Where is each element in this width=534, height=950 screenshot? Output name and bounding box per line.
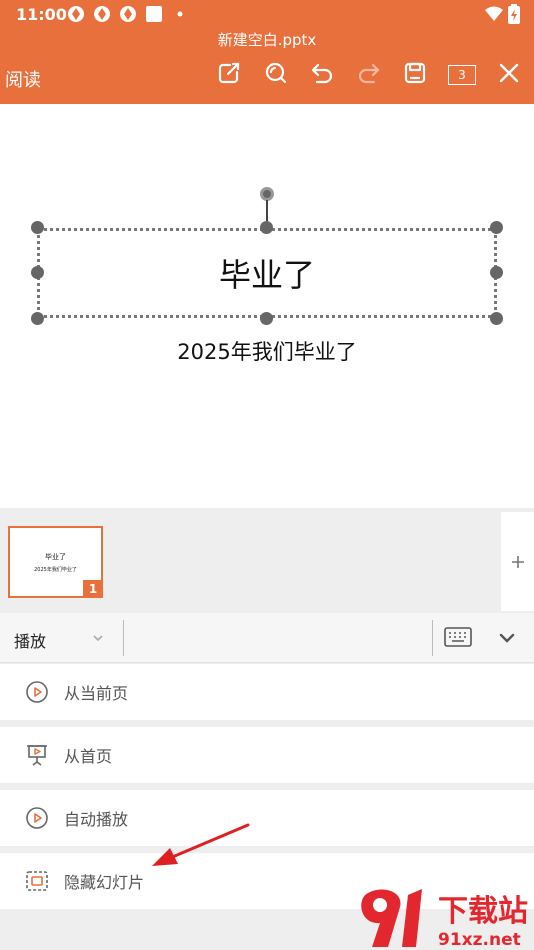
play-from-current-item[interactable]: 从当前页 xyxy=(0,664,534,720)
page-count-button[interactable]: 3 xyxy=(447,60,477,90)
notification-app-icon xyxy=(66,4,86,24)
notification-dot-icon xyxy=(170,4,190,24)
close-button[interactable] xyxy=(494,60,524,90)
slide-thumbnail[interactable]: 毕业了 2025年我们毕业了 1 xyxy=(8,526,103,598)
redo-button[interactable] xyxy=(354,60,384,90)
resize-handle-top-left[interactable] xyxy=(31,221,44,234)
menu-item-label: 从当前页 xyxy=(64,684,129,703)
redo-icon xyxy=(357,61,381,89)
page-count: 3 xyxy=(448,65,476,85)
slide-canvas[interactable]: 毕业了 2025年我们毕业了 xyxy=(0,104,534,508)
resize-handle-bottom-left[interactable] xyxy=(31,312,44,325)
slide-subtitle[interactable]: 2025年我们毕业了 xyxy=(0,336,534,366)
watermark-logo: 下载站 91xz.net xyxy=(361,889,528,950)
plus-icon xyxy=(511,550,525,574)
resize-handle-bottom[interactable] xyxy=(260,312,273,325)
menu-item-label: 自动播放 xyxy=(64,810,129,829)
watermark-url-text: 91xz.net xyxy=(438,930,521,950)
play-from-first-item[interactable]: 从首页 xyxy=(0,727,534,783)
search-icon xyxy=(264,61,288,89)
thumbnail-subtitle: 2025年我们毕业了 xyxy=(34,567,77,573)
annotation-arrow xyxy=(152,823,250,866)
keyboard-icon xyxy=(444,627,472,651)
thumbnail-number: 1 xyxy=(83,580,103,598)
resize-handle-top[interactable] xyxy=(260,221,273,234)
document-title: 新建空白.pptx xyxy=(217,31,317,49)
notification-app-icon xyxy=(118,4,138,24)
status-system-icons xyxy=(484,4,520,28)
status-notification-icons xyxy=(66,4,190,24)
battery-icon xyxy=(508,4,520,28)
read-mode-button[interactable]: 阅读 xyxy=(5,66,41,92)
slide-thumbnail-strip: 毕业了 2025年我们毕业了 1 xyxy=(0,512,534,611)
ribbon-bar: 播放 xyxy=(0,613,534,663)
save-button[interactable] xyxy=(400,60,430,90)
undo-icon xyxy=(310,61,334,89)
auto-play-item[interactable]: 自动播放 xyxy=(0,790,534,846)
status-time: 11:00 xyxy=(16,5,67,24)
edit-button[interactable] xyxy=(214,60,244,90)
ribbon-divider xyxy=(123,620,124,656)
add-slide-button[interactable] xyxy=(501,512,534,611)
edit-icon xyxy=(217,61,241,89)
resize-handle-right[interactable] xyxy=(490,266,503,279)
title-textbox[interactable]: 毕业了 xyxy=(37,228,497,318)
play-circle-icon xyxy=(25,806,49,830)
projector-icon xyxy=(25,743,49,767)
thumbnail-title: 毕业了 xyxy=(45,553,66,561)
chevron-down-icon xyxy=(497,633,517,652)
undo-button[interactable] xyxy=(307,60,337,90)
resize-handle-bottom-right[interactable] xyxy=(490,312,503,325)
notification-square-icon xyxy=(144,4,164,24)
menu-item-label: 从首页 xyxy=(64,747,113,766)
chevron-down-icon[interactable] xyxy=(92,629,104,648)
watermark-logo-mark xyxy=(361,889,422,947)
close-icon xyxy=(498,62,520,88)
collapse-panel-button[interactable] xyxy=(497,628,517,652)
app-header: 11:00 新建空白.pptx 阅读 3 xyxy=(0,0,534,104)
notification-app-icon xyxy=(92,4,112,24)
ribbon-tab-selector[interactable]: 播放 xyxy=(14,628,46,652)
slide-title[interactable]: 毕业了 xyxy=(40,231,494,315)
search-button[interactable] xyxy=(261,60,291,90)
resize-handle-top-right[interactable] xyxy=(490,221,503,234)
hidden-slide-icon xyxy=(25,869,49,893)
rotate-handle-stem xyxy=(266,200,268,222)
play-circle-icon xyxy=(25,680,49,704)
resize-handle-left[interactable] xyxy=(31,266,44,279)
wifi-icon xyxy=(484,5,504,27)
ribbon-divider xyxy=(432,620,433,656)
watermark-brand-text: 下载站 xyxy=(438,894,528,929)
save-icon xyxy=(403,61,427,89)
menu-item-label: 隐藏幻灯片 xyxy=(64,873,145,892)
keyboard-button[interactable] xyxy=(444,627,472,651)
status-bar: 11:00 xyxy=(0,0,534,28)
rotate-handle[interactable] xyxy=(260,187,274,201)
